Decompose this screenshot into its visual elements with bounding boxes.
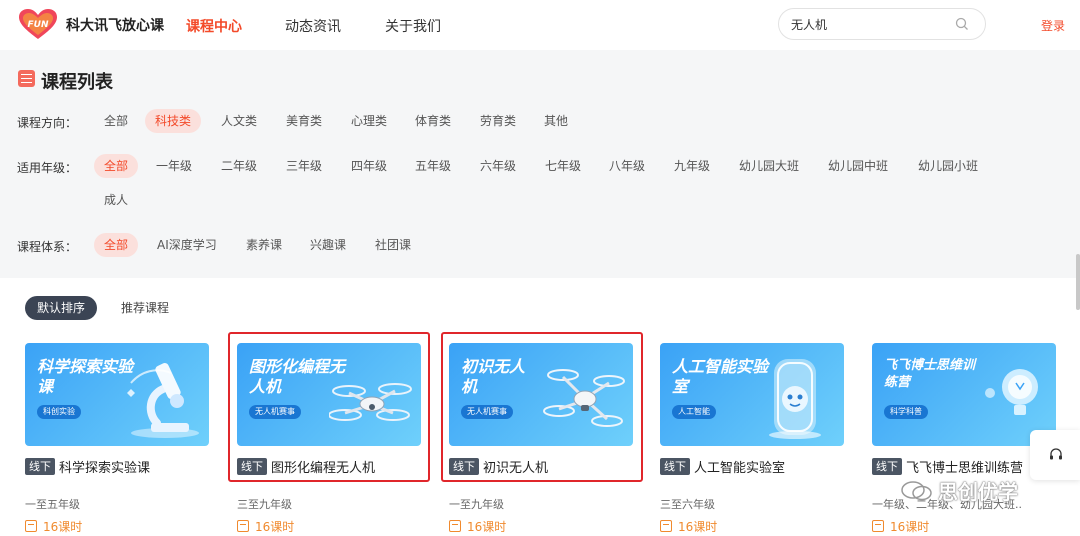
thumbnail-tag: 人工智能: [672, 405, 716, 419]
course-hours: 16课时: [237, 518, 295, 534]
filter-chip[interactable]: 六年级: [470, 154, 526, 178]
filter-chip[interactable]: 九年级: [664, 154, 720, 178]
page-title: 课程列表: [41, 72, 113, 93]
course-hours: 16课时: [25, 518, 83, 534]
filter-chip-selected[interactable]: 科技类: [145, 109, 202, 133]
course-title[interactable]: 科学探索实验课: [59, 457, 150, 476]
filter-chip[interactable]: 幼儿园中班: [818, 154, 898, 178]
course-grade: 三至六年级: [660, 498, 715, 511]
course-title[interactable]: 人工智能实验室: [694, 457, 785, 476]
search-box[interactable]: [778, 8, 986, 40]
filter-chip[interactable]: 幼儿园小班: [908, 154, 988, 178]
filter-chip[interactable]: 七年级: [535, 154, 591, 178]
course-title[interactable]: 飞飞博士思维训练营: [906, 457, 1023, 476]
filter-chip[interactable]: 心理类: [341, 109, 397, 133]
wechat-watermark-icon: [901, 481, 932, 501]
filter-chip[interactable]: 其他: [534, 109, 578, 133]
filter-chip[interactable]: 体育类: [405, 109, 461, 133]
nav-course-center[interactable]: 课程中心: [186, 16, 242, 36]
filter-label-system: 课程体系：: [17, 240, 78, 254]
course-thumbnail[interactable]: 科学探索实验课 科创实验: [25, 343, 209, 446]
course-hours: 16课时: [660, 518, 718, 534]
calendar-icon: [872, 520, 884, 532]
filter-chip[interactable]: 劳育类: [470, 109, 526, 133]
course-card[interactable]: 飞飞博士思维训练营 科学科普 线下 飞飞博士思维训练营 一年级、二年级、幼儿园大班…: [872, 343, 1056, 536]
robot-icon: [769, 359, 821, 439]
customer-service-button[interactable]: [1030, 430, 1080, 480]
watermark-text: 思创优学: [938, 480, 1018, 504]
filter-chip-selected[interactable]: 全部: [94, 233, 139, 257]
offline-badge: 线下: [872, 458, 902, 475]
hours-text: 16课时: [890, 520, 930, 534]
sort-default-tab[interactable]: 默认排序: [25, 296, 98, 320]
search-icon[interactable]: [955, 17, 969, 31]
offline-badge: 线下: [25, 458, 55, 475]
course-grade: 三至九年级: [237, 498, 292, 511]
filter-chip[interactable]: 素养课: [236, 233, 292, 257]
filter-chip[interactable]: 一年级: [146, 154, 202, 178]
filter-chip[interactable]: 兴趣课: [300, 233, 356, 257]
filter-chip[interactable]: 四年级: [341, 154, 397, 178]
filter-chip[interactable]: 五年级: [405, 154, 461, 178]
highlight-box: [228, 332, 430, 482]
logo-text: FUN: [28, 20, 49, 30]
course-card[interactable]: 科学探索实验课 科创实验 线下 科学探索实验课 一至五年级 16课时: [25, 343, 209, 536]
course-grade: 一至九年级: [449, 498, 504, 511]
hours-text: 16课时: [255, 520, 295, 534]
filter-chip[interactable]: 成人: [94, 188, 138, 212]
course-thumbnail[interactable]: 人工智能实验室 人工智能: [660, 343, 844, 446]
thumbnail-tag: 科学科普: [884, 405, 928, 419]
filter-label-grade: 适用年级：: [17, 161, 78, 175]
course-hours: 16课时: [449, 518, 507, 534]
lightbulb-icon: [985, 369, 1038, 415]
thumbnail-tag: 科创实验: [37, 405, 81, 419]
filter-chip[interactable]: 社团课: [365, 233, 421, 257]
filter-chip[interactable]: 幼儿园大班: [729, 154, 809, 178]
brand-name: 科大讯飞放心课: [66, 18, 164, 34]
heart-logo-icon[interactable]: FUN: [18, 8, 58, 40]
highlight-box: [441, 332, 643, 482]
headset-icon: [1050, 448, 1062, 460]
filter-chip[interactable]: AI深度学习: [147, 233, 227, 257]
card-heading: 线下 科学探索实验课: [25, 456, 150, 476]
filter-chip[interactable]: 人文类: [211, 109, 267, 133]
offline-badge: 线下: [660, 458, 690, 475]
top-header: FUN 科大讯飞放心课 课程中心 动态资讯 关于我们 登录: [0, 0, 1080, 50]
nav-news[interactable]: 动态资讯: [285, 16, 341, 36]
filter-chip[interactable]: 二年级: [211, 154, 267, 178]
search-input[interactable]: [791, 15, 951, 33]
hours-text: 16课时: [43, 520, 83, 534]
calendar-icon: [25, 520, 37, 532]
nav-about-us[interactable]: 关于我们: [385, 16, 441, 36]
filter-chip[interactable]: 美育类: [276, 109, 332, 133]
course-grade: 一至五年级: [25, 498, 80, 511]
filter-chip[interactable]: 全部: [94, 109, 138, 133]
microscope-icon: [127, 363, 199, 438]
filter-label-direction: 课程方向：: [17, 116, 78, 130]
card-heading: 线下 飞飞博士思维训练营: [872, 456, 1023, 476]
page-scrollbar[interactable]: [1076, 254, 1080, 310]
calendar-icon: [660, 520, 672, 532]
filter-chip[interactable]: 三年级: [276, 154, 332, 178]
course-card[interactable]: 人工智能实验室 人工智能 线下 人工智能实验室 三至六年级 16课时: [660, 343, 844, 536]
sort-recommended-tab[interactable]: 推荐课程: [109, 296, 181, 320]
login-link[interactable]: 登录: [1041, 17, 1065, 34]
list-icon: [18, 70, 35, 87]
filter-chip-selected[interactable]: 全部: [94, 154, 139, 178]
calendar-icon: [449, 520, 461, 532]
course-hours: 16课时: [872, 518, 930, 534]
hours-text: 16课时: [467, 520, 507, 534]
course-thumbnail[interactable]: 飞飞博士思维训练营 科学科普: [872, 343, 1056, 446]
card-heading: 线下 人工智能实验室: [660, 456, 785, 476]
hours-text: 16课时: [678, 520, 718, 534]
calendar-icon: [237, 520, 249, 532]
filter-chip[interactable]: 八年级: [599, 154, 655, 178]
